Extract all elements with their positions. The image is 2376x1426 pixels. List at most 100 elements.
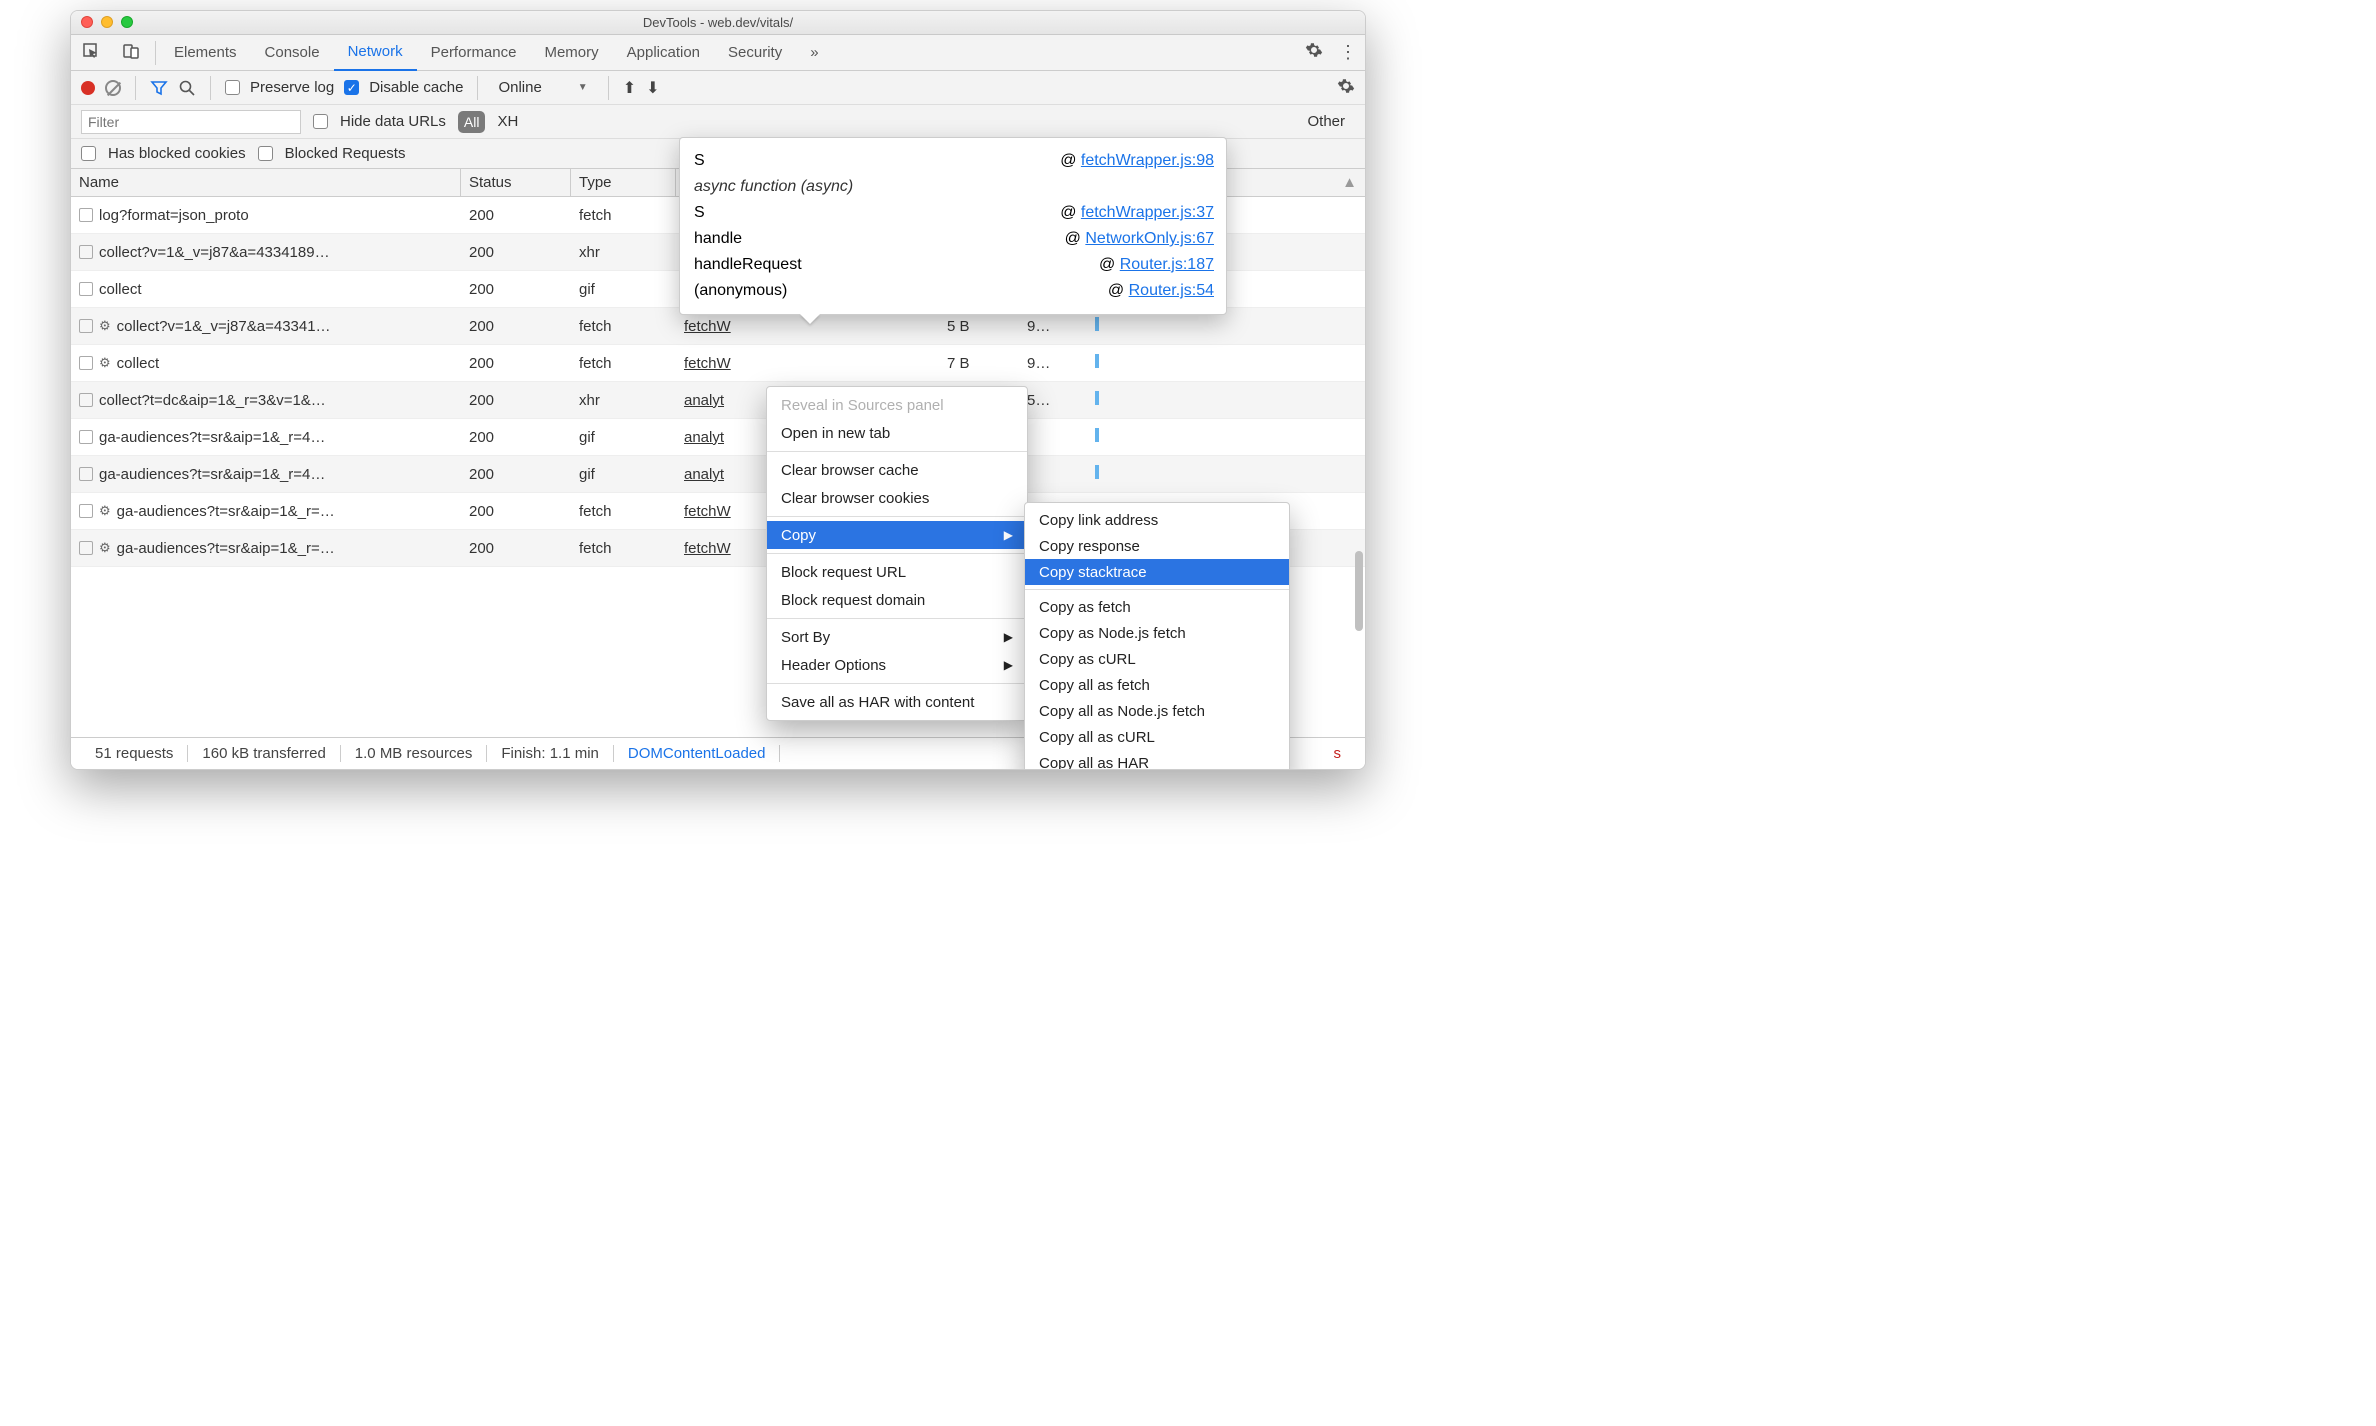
tab-elements[interactable]: Elements (160, 35, 251, 71)
gear-icon[interactable] (1337, 77, 1355, 99)
stack-frame-src[interactable]: @ Router.js:54 (1108, 282, 1214, 300)
clear-icon[interactable] (105, 80, 121, 96)
close-icon[interactable] (81, 16, 93, 28)
stack-frame-src[interactable]: @ Router.js:187 (1099, 256, 1214, 274)
menu-item[interactable]: Copy as cURL (1025, 646, 1289, 672)
menu-item[interactable]: Copy all as HAR (1025, 750, 1289, 770)
request-type: fetch (571, 318, 676, 335)
request-type: gif (571, 429, 676, 446)
hide-data-urls-checkbox[interactable] (313, 114, 328, 129)
status-requests: 51 requests (81, 745, 188, 762)
menu-item[interactable]: Copy link address (1025, 507, 1289, 533)
request-name: collect?v=1&_v=j87&a=43341… (117, 318, 331, 335)
menu-item[interactable]: Copy all as cURL (1025, 724, 1289, 750)
request-status: 200 (461, 318, 571, 335)
filter-icon[interactable] (150, 79, 168, 97)
gear-icon[interactable] (1297, 41, 1331, 64)
preserve-log-checkbox[interactable] (225, 80, 240, 95)
stack-frame-src[interactable]: @ NetworkOnly.js:67 (1065, 230, 1214, 248)
menu-item[interactable]: Clear browser cookies (767, 484, 1027, 512)
menu-item[interactable]: Save all as HAR with content (767, 688, 1027, 716)
menu-item[interactable]: Copy as fetch (1025, 594, 1289, 620)
row-checkbox[interactable] (79, 356, 93, 370)
menu-item[interactable]: Copy stacktrace (1025, 559, 1289, 585)
row-checkbox[interactable] (79, 245, 93, 259)
throttling-select[interactable]: Online ▼ (492, 77, 593, 99)
inspect-icon[interactable] (71, 42, 111, 64)
context-menu: Reveal in Sources panelOpen in new tabCl… (766, 386, 1028, 721)
menu-item[interactable]: Copy as Node.js fetch (1025, 620, 1289, 646)
row-checkbox[interactable] (79, 541, 93, 555)
tab-performance[interactable]: Performance (417, 35, 531, 71)
menu-item-label: Copy (781, 527, 816, 544)
tab-network[interactable]: Network (334, 35, 417, 71)
disable-cache-checkbox[interactable] (344, 80, 359, 95)
zoom-icon[interactable] (121, 16, 133, 28)
row-checkbox[interactable] (79, 467, 93, 481)
request-waterfall (1087, 428, 1365, 446)
row-checkbox[interactable] (79, 208, 93, 222)
tab-application[interactable]: Application (613, 35, 714, 71)
col-status[interactable]: Status (461, 169, 571, 196)
search-icon[interactable] (178, 79, 196, 97)
table-row[interactable]: ⚙collect200fetchfetchW7 B9… (71, 345, 1365, 382)
request-type: xhr (571, 392, 676, 409)
kebab-icon[interactable]: ⋮ (1331, 42, 1365, 63)
menu-item[interactable]: Open in new tab (767, 419, 1027, 447)
menu-item[interactable]: Copy all as fetch (1025, 672, 1289, 698)
filter-other[interactable]: Other (1307, 113, 1345, 130)
table-row[interactable]: ga-audiences?t=sr&aip=1&_r=4…200gifanaly… (71, 419, 1365, 456)
table-row[interactable]: collect?t=dc&aip=1&_r=3&v=1&…200xhranaly… (71, 382, 1365, 419)
filter-all-pill[interactable]: All (458, 111, 486, 133)
tab-memory[interactable]: Memory (530, 35, 612, 71)
tab-console[interactable]: Console (251, 35, 334, 71)
record-icon[interactable] (81, 81, 95, 95)
upload-har-icon[interactable]: ⬆︎ (623, 78, 636, 98)
scrollbar-thumb[interactable] (1355, 551, 1363, 631)
row-checkbox[interactable] (79, 319, 93, 333)
request-status: 200 (461, 355, 571, 372)
menu-item[interactable]: Block request URL (767, 558, 1027, 586)
gear-icon: ⚙ (99, 355, 111, 371)
blocked-requests-checkbox[interactable] (258, 146, 273, 161)
row-checkbox[interactable] (79, 282, 93, 296)
stack-frame-src[interactable]: @ fetchWrapper.js:98 (1060, 152, 1214, 170)
request-status: 200 (461, 244, 571, 261)
row-checkbox[interactable] (79, 393, 93, 407)
row-checkbox[interactable] (79, 430, 93, 444)
filter-input[interactable] (81, 110, 301, 134)
menu-item[interactable]: Sort By▶ (767, 623, 1027, 651)
menu-item[interactable]: Clear browser cache (767, 456, 1027, 484)
request-name: collect?v=1&_v=j87&a=4334189… (99, 244, 330, 261)
stack-frame-fn: handleRequest (694, 256, 802, 274)
blocked-requests-label: Blocked Requests (285, 145, 406, 162)
table-row[interactable]: ga-audiences?t=sr&aip=1&_r=4…200gifanaly… (71, 456, 1365, 493)
stack-frame-src[interactable]: @ fetchWrapper.js:37 (1060, 204, 1214, 222)
request-status: 200 (461, 207, 571, 224)
window-title: DevTools - web.dev/vitals/ (643, 15, 793, 30)
request-type: xhr (571, 244, 676, 261)
filter-xhr[interactable]: XH (497, 113, 518, 130)
request-type: gif (571, 466, 676, 483)
menu-item[interactable]: Header Options▶ (767, 651, 1027, 679)
col-name[interactable]: Name (71, 169, 461, 196)
request-name: ga-audiences?t=sr&aip=1&_r=… (117, 540, 335, 557)
tab-security[interactable]: Security (714, 35, 796, 71)
menu-item[interactable]: Copy all as Node.js fetch (1025, 698, 1289, 724)
menu-item[interactable]: Block request domain (767, 586, 1027, 614)
filter-row: Hide data URLs All XH Other (71, 105, 1365, 139)
menu-item-label: Clear browser cookies (781, 490, 929, 507)
menu-item[interactable]: Copy response (1025, 533, 1289, 559)
tab-more[interactable]: » (796, 35, 832, 71)
col-type[interactable]: Type (571, 169, 676, 196)
throttling-value: Online (498, 79, 541, 96)
minimize-icon[interactable] (101, 16, 113, 28)
request-initiator[interactable]: fetchW (676, 355, 939, 372)
menu-item[interactable]: Copy▶ (767, 521, 1027, 549)
download-har-icon[interactable]: ⬇︎ (646, 78, 659, 98)
stack-frame-label: async function (async) (694, 178, 853, 196)
device-icon[interactable] (111, 42, 151, 64)
status-finish: Finish: 1.1 min (487, 745, 614, 762)
row-checkbox[interactable] (79, 504, 93, 518)
has-blocked-cookies-checkbox[interactable] (81, 146, 96, 161)
